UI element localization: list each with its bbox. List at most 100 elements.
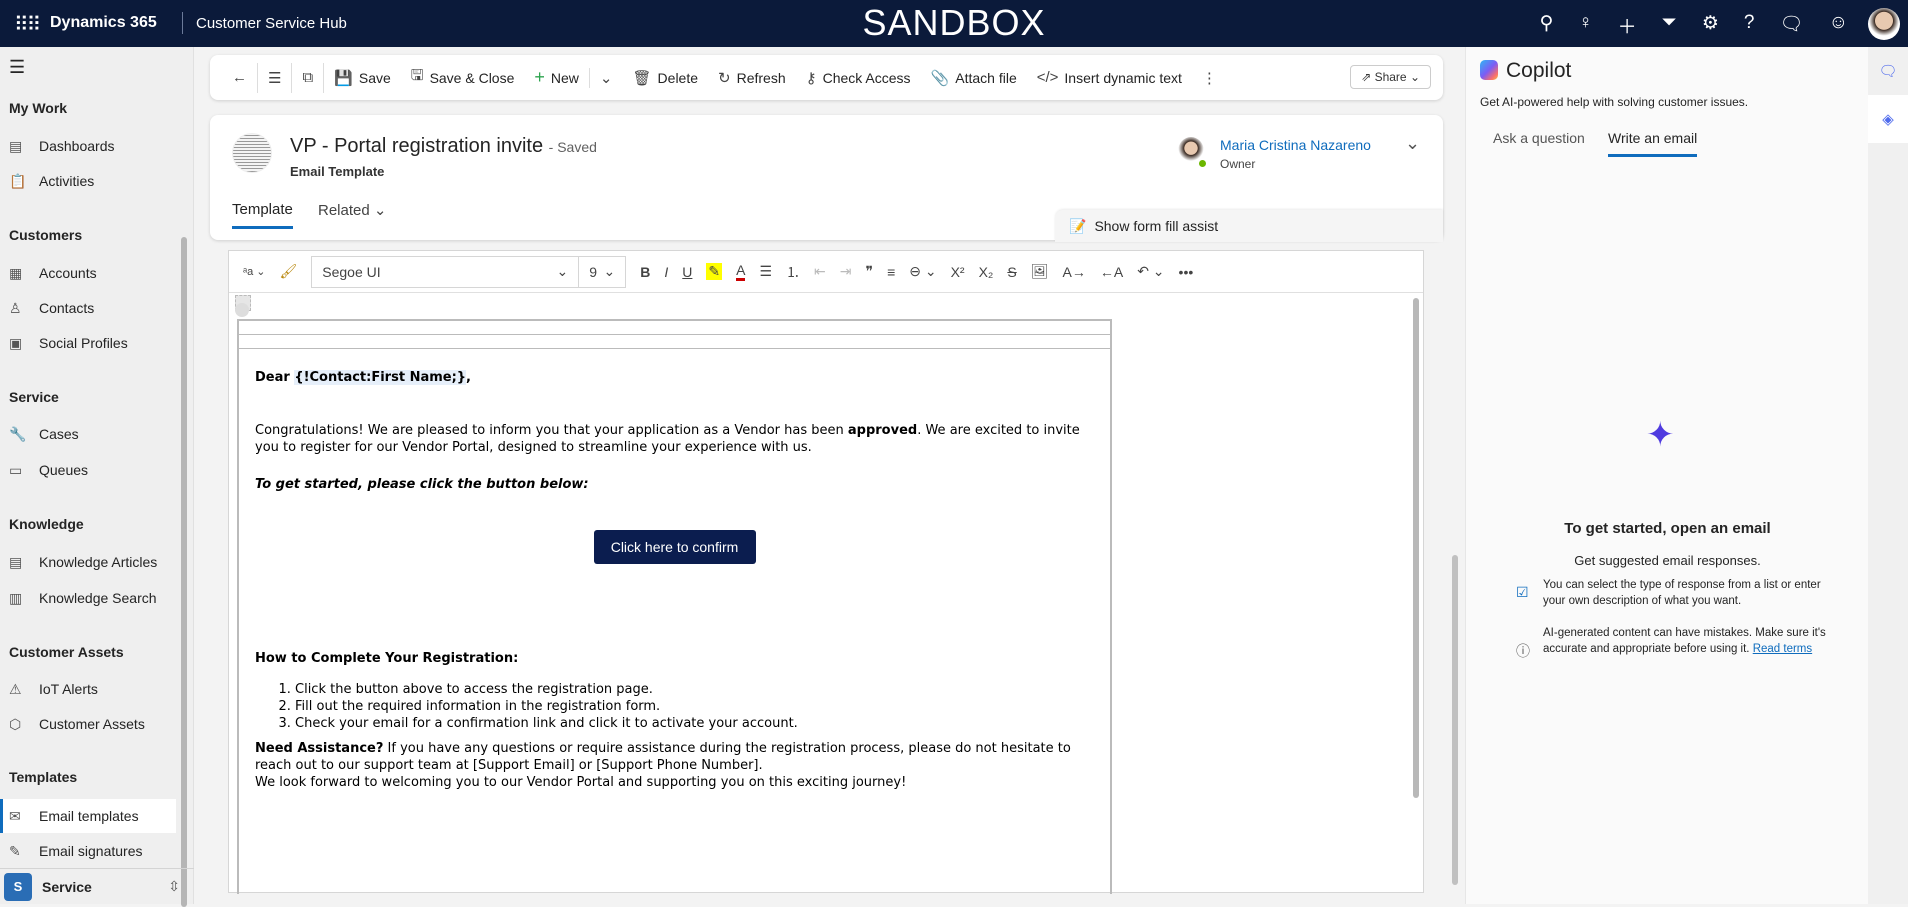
feedback-icon[interactable]: ☺ — [1829, 12, 1848, 39]
app-name[interactable]: Customer Service Hub — [196, 15, 347, 32]
check-access-button[interactable]: ⚷ Check Access — [796, 55, 921, 100]
plus-icon[interactable]: ＋ — [1618, 12, 1637, 39]
help-icon[interactable]: ? — [1744, 12, 1755, 39]
numbered-list-icon[interactable]: ⒈ — [786, 262, 800, 282]
sidebar-item-iot-alerts[interactable]: ⚠ IoT Alerts — [0, 672, 176, 706]
font-size-select[interactable]: 9 ⌄ — [578, 255, 627, 288]
sidebar-item-email-signatures[interactable]: ✎ Email signatures — [0, 834, 176, 868]
font-value: Segoe UI — [322, 263, 381, 280]
dynamic-field[interactable]: {!Contact:First Name;} — [294, 370, 467, 385]
open-new-window-button[interactable]: ⧉ — [292, 55, 323, 100]
more-icon[interactable]: ••• — [1179, 264, 1194, 280]
email-body[interactable]: Dear {!Contact:First Name;}, Congratulat… — [237, 319, 1112, 894]
link-icon[interactable]: ⊖ ⌄ — [909, 263, 936, 280]
save-status: - Saved — [548, 139, 597, 155]
editor-scrollbar[interactable] — [1413, 298, 1419, 798]
chat-icon[interactable]: 🗨 — [1779, 12, 1803, 39]
filter-icon[interactable]: ⏷ — [1662, 12, 1677, 39]
rtl-icon[interactable]: ←A — [1100, 264, 1123, 280]
back-arrow-icon: ← — [232, 69, 247, 86]
refresh-button[interactable]: ↻ Refresh — [708, 55, 796, 100]
main-scrollbar[interactable] — [1452, 555, 1458, 885]
insert-image-icon[interactable]: 🖼 — [1031, 263, 1049, 280]
save-button[interactable]: 💾 Save — [324, 55, 401, 100]
article-icon: ▤ — [9, 553, 23, 570]
increase-indent-icon[interactable]: ⇥ — [840, 263, 852, 280]
bullet-list-icon[interactable]: ☰ — [759, 263, 772, 280]
record-image — [232, 133, 272, 173]
bold-icon[interactable]: B — [640, 264, 650, 280]
sidebar-item-activities[interactable]: 📋 Activities — [0, 164, 176, 198]
search-icon[interactable]: ⚲ — [1539, 12, 1553, 39]
undo-icon[interactable]: ↶ ⌄ — [1137, 263, 1164, 280]
new-dropdown-button[interactable]: ⌄ — [590, 55, 623, 100]
subscript-icon[interactable]: X₂ — [979, 264, 994, 280]
sidebar-scrollbar[interactable] — [181, 237, 187, 907]
sidebar-item-queues[interactable]: ▭ Queues — [0, 453, 176, 487]
label: Accounts — [39, 265, 97, 281]
right-rail: 🗨 ◈ — [1868, 47, 1908, 904]
align-icon[interactable]: ≡ — [887, 264, 895, 280]
font-select[interactable]: Segoe UI ⌄ — [311, 255, 580, 288]
owner-link[interactable]: Maria Cristina Nazareno — [1220, 137, 1371, 153]
confirm-button[interactable]: Click here to confirm — [593, 530, 756, 564]
lightbulb-icon[interactable]: ♀ — [1578, 12, 1592, 39]
record-set-button[interactable]: ☰ — [258, 55, 291, 100]
table-row — [239, 335, 1110, 349]
underline-icon[interactable]: U — [682, 264, 692, 280]
share-button[interactable]: ⇗ Share ⌄ — [1350, 65, 1431, 89]
sidebar-item-dashboards[interactable]: ▤ Dashboards — [0, 129, 176, 163]
plus-icon: + — [534, 67, 545, 87]
more-commands-button[interactable]: ⋮ — [1192, 55, 1227, 100]
decrease-indent-icon[interactable]: ⇤ — [814, 263, 826, 280]
insert-dynamic-text-button[interactable]: </> Insert dynamic text — [1027, 55, 1192, 100]
user-avatar[interactable] — [1868, 8, 1900, 40]
new-button[interactable]: + New — [524, 55, 589, 100]
sidebar-item-social-profiles[interactable]: ▣ Social Profiles — [0, 326, 176, 360]
strikethrough-icon[interactable]: S — [1007, 264, 1016, 280]
sidebar-item-contacts[interactable]: ♙ Contacts — [0, 291, 176, 325]
attach-file-button[interactable]: 📎 Attach file — [921, 55, 1027, 100]
sidebar-item-knowledge-search[interactable]: ▥ Knowledge Search — [0, 581, 176, 615]
back-button[interactable]: ← — [222, 55, 257, 100]
highlight-icon[interactable]: ✎ — [706, 263, 723, 280]
sidebar-item-email-templates[interactable]: ✉ Email templates — [0, 799, 176, 833]
share-icon: ⇗ — [1361, 70, 1375, 84]
title-text: VP - Portal registration invite — [290, 135, 544, 157]
font-color-icon[interactable]: A — [736, 262, 746, 281]
quote-icon[interactable]: ❞ — [866, 263, 874, 280]
delete-button[interactable]: 🗑 Delete — [623, 55, 709, 100]
tab-write-email[interactable]: Write an email — [1608, 130, 1698, 157]
text-style-icon[interactable]: ᵃa ⌄ — [243, 265, 265, 278]
box-icon: ⬡ — [9, 715, 22, 732]
copilot-icon[interactable]: ◈ — [1868, 95, 1908, 143]
area-switcher[interactable]: S Service ⇳ — [0, 868, 194, 904]
hamburger-icon[interactable]: ☰ — [9, 57, 25, 78]
label: Cases — [39, 426, 79, 442]
sidebar-item-customer-assets[interactable]: ⬡ Customer Assets — [0, 707, 176, 741]
label: Check Access — [822, 69, 911, 86]
sidebar-item-knowledge-articles[interactable]: ▤ Knowledge Articles — [0, 545, 176, 579]
checkbox-list-icon: ☑ — [1516, 584, 1529, 600]
ltr-icon[interactable]: A→ — [1063, 264, 1086, 280]
save-close-button[interactable]: 🖫 Save & Close — [401, 55, 525, 100]
superscript-icon[interactable]: X² — [951, 264, 965, 280]
label: New — [550, 69, 579, 86]
label: Save & Close — [429, 69, 515, 86]
app-launcher-icon[interactable]: ⠿⠿ — [14, 12, 41, 37]
tab-ask-question[interactable]: Ask a question — [1493, 130, 1585, 146]
form-fill-assist-button[interactable]: 📝 Show form fill assist — [1055, 210, 1443, 242]
conversation-icon[interactable]: 🗨 — [1868, 47, 1908, 95]
tab-template[interactable]: Template — [232, 201, 293, 229]
brand[interactable]: Dynamics 365 — [50, 14, 157, 32]
sidebar-item-accounts[interactable]: ▦ Accounts — [0, 256, 176, 290]
chevron-down-icon[interactable]: ⌄ — [1405, 133, 1420, 154]
person-icon: ♙ — [9, 299, 22, 316]
chevron-down-icon: ⌄ — [373, 202, 387, 219]
read-terms-link[interactable]: Read terms — [1753, 643, 1812, 655]
tab-related[interactable]: Related ⌄ — [318, 201, 386, 219]
sidebar-item-cases[interactable]: 🔧 Cases — [0, 417, 176, 451]
italic-icon[interactable]: I — [664, 264, 668, 280]
settings-icon[interactable]: ⚙ — [1702, 12, 1719, 39]
format-painter-icon[interactable]: 🖌 — [279, 263, 297, 280]
